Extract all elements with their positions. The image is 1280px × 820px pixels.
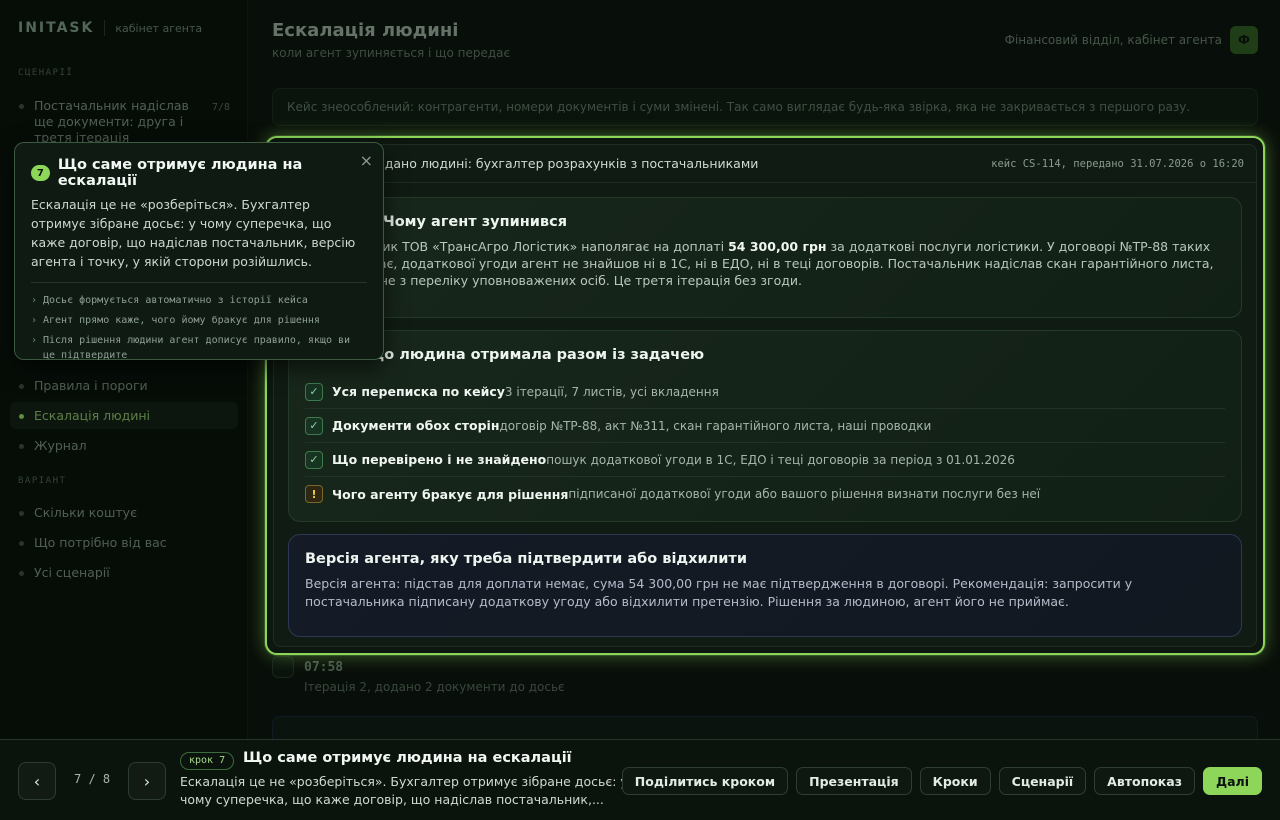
scenarios-button[interactable]: Сценарії bbox=[998, 767, 1087, 795]
tooltip-bullets: Досьє формується автоматично з історії к… bbox=[31, 293, 367, 363]
tooltip-bullet: Агент прямо каже, чого йому бракує для р… bbox=[31, 313, 367, 328]
item-title: Що перевірено і не знайдено bbox=[332, 452, 547, 467]
sidebar-item-rules[interactable]: Правила і пороги bbox=[10, 372, 238, 399]
sidebar-item-label: Усі сценарії bbox=[34, 565, 110, 580]
sidebar-item-label: Журнал bbox=[34, 438, 87, 453]
share-step-button[interactable]: Поділитись кроком bbox=[621, 767, 789, 795]
bullet-icon bbox=[19, 511, 24, 516]
avatar[interactable]: Ф bbox=[1230, 26, 1258, 54]
bullet-icon bbox=[19, 104, 24, 109]
item-desc: підписаної додаткової угоди або вашого р… bbox=[568, 487, 1041, 501]
sidebar: INITASK кабінет агента СЦЕНАРІЇ Постачал… bbox=[0, 0, 248, 820]
item-title: Документи обох сторін bbox=[332, 418, 500, 433]
header-account[interactable]: Фінансовий відділ, кабінет агента Ф bbox=[1005, 26, 1258, 54]
sidebar-item-all-scenarios[interactable]: Усі сценарії bbox=[10, 559, 238, 586]
list-item: ✓ Документи обох сторін договір №ТР-88, … bbox=[305, 409, 1225, 443]
next-button[interactable]: Далі bbox=[1202, 767, 1262, 795]
bullet-icon bbox=[19, 541, 24, 546]
check-icon: ✓ bbox=[305, 416, 323, 435]
sidebar-item-label: Що потрібно від вас bbox=[34, 535, 167, 550]
bullet-icon bbox=[19, 444, 24, 449]
received-title: Що людина отримала разом із задачею bbox=[365, 347, 705, 363]
sidebar-item-label: Правила і пороги bbox=[34, 378, 148, 393]
page-subtitle: коли агент зупиняється і що передає bbox=[272, 46, 511, 60]
tooltip-title: Що саме отримує людина на ескалації bbox=[57, 157, 303, 189]
card-meta: кейс CS-114, передано 31.07.2026 о 16:20 bbox=[991, 157, 1244, 170]
item-title: Уся переписка по кейсу bbox=[332, 384, 505, 399]
tooltip-bullet: Досьє формується автоматично з історії к… bbox=[31, 293, 367, 308]
sidebar-item-label: Скільки коштує bbox=[34, 505, 137, 520]
check-icon: ✓ bbox=[305, 450, 323, 469]
list-item: ✓ Що перевірено і не знайдено пошук дода… bbox=[305, 443, 1225, 477]
tooltip-bullet: Після рішення людини агент дописує прави… bbox=[31, 333, 367, 363]
brand-subtitle: кабінет агента bbox=[115, 21, 203, 35]
brand-logo: INITASK bbox=[18, 20, 95, 36]
card-header: Передано людині: бухгалтер розрахунків з… bbox=[274, 145, 1256, 183]
tour-actions: Поділитись кроком Презентація Кроки Сцен… bbox=[621, 767, 1262, 795]
list-item: ✓ Уся переписка по кейсу 3 ітерації, 7 л… bbox=[305, 375, 1225, 409]
received-panel: Що людина отримала разом із задачею ✓ Ус… bbox=[288, 330, 1242, 522]
sidebar-item-requirements[interactable]: Що потрібно від вас bbox=[10, 529, 238, 556]
item-desc: пошук додаткової угоди в 1С, ЕДО і теці … bbox=[546, 452, 1015, 467]
sidebar-section-more: ВАРІАНТ bbox=[18, 476, 67, 486]
warning-icon: ! bbox=[305, 485, 323, 503]
tour-tooltip: 7 Що саме отримує людина на ескалації × … bbox=[14, 142, 384, 363]
tooltip-body: Ескалація це не «розберіться». Бухгалтер… bbox=[31, 197, 356, 269]
close-icon[interactable]: × bbox=[360, 151, 373, 170]
bullet-icon bbox=[19, 414, 24, 419]
item-title: Чого агенту бракує для рішення bbox=[332, 486, 569, 502]
timeline-time: 07:58 bbox=[304, 660, 344, 675]
bullet-icon bbox=[19, 571, 24, 576]
timeline-text: Ітерація 2, додано 2 документи до досьє bbox=[304, 680, 565, 694]
account-label: Фінансовий відділ, кабінет агента bbox=[1004, 33, 1222, 47]
item-desc: 3 ітерації, 7 листів, усі вкладення bbox=[504, 384, 719, 399]
step-description: Ескалація це не «розберіться». Бухгалтер… bbox=[180, 774, 628, 807]
why-stopped-text: Постачальник ТОВ «ТрансАгро Логістик» на… bbox=[305, 239, 1214, 288]
steps-button[interactable]: Кроки bbox=[919, 767, 991, 795]
sidebar-item-label: Ескалація людині bbox=[34, 408, 151, 423]
sidebar-item-journal[interactable]: Журнал bbox=[10, 432, 238, 459]
why-stopped-panel: Чому агент зупинився Постачальник ТОВ «Т… bbox=[288, 197, 1242, 318]
timeline-check-icon bbox=[272, 656, 294, 678]
brand-divider bbox=[104, 20, 106, 36]
sidebar-section-scenarios: СЦЕНАРІЇ bbox=[18, 68, 74, 78]
prev-step-button[interactable]: ‹ bbox=[18, 762, 56, 800]
next-step-arrow-button[interactable]: › bbox=[128, 762, 166, 800]
why-stopped-title: Чому агент зупинився bbox=[383, 214, 568, 230]
bullet-icon bbox=[19, 384, 24, 389]
agent-version-text: Версія агента: підстав для доплати немає… bbox=[305, 576, 1133, 609]
autoplay-button[interactable]: Автопоказ bbox=[1094, 767, 1195, 795]
step-tag: крок 7 bbox=[180, 752, 235, 770]
step-counter: 7 / 8 bbox=[74, 772, 111, 786]
agent-version-title: Версія агента, яку треба підтвердити або… bbox=[305, 551, 747, 567]
tooltip-header: 7 Що саме отримує людина на ескалації bbox=[31, 157, 367, 189]
anonymized-notice: Кейс знеособлений: контрагенти, номери д… bbox=[272, 88, 1258, 126]
sidebar-item-cost[interactable]: Скільки коштує bbox=[10, 499, 238, 526]
divider bbox=[31, 282, 367, 283]
step-title: Що саме отримує людина на ескалації bbox=[243, 750, 572, 766]
page-title: Ескалація людині bbox=[272, 20, 459, 41]
sidebar-item-badge: 7/8 bbox=[211, 102, 230, 113]
list-item: ! Чого агенту бракує для рішення підписа… bbox=[305, 477, 1225, 511]
spotlight-frame: Передано людині: бухгалтер розрахунків з… bbox=[265, 136, 1265, 655]
agent-version-panel: Версія агента, яку треба підтвердити або… bbox=[288, 534, 1242, 637]
sidebar-item-escalation[interactable]: Ескалація людині bbox=[10, 402, 238, 429]
item-desc: договір №ТР-88, акт №311, скан гарантійн… bbox=[499, 418, 932, 433]
tour-bottom-bar: ‹ 7 / 8 › крок 7 Що саме отримує людина … bbox=[0, 739, 1280, 820]
check-icon: ✓ bbox=[305, 382, 323, 401]
brand: INITASK кабінет агента bbox=[18, 20, 202, 36]
received-checklist: ✓ Уся переписка по кейсу 3 ітерації, 7 л… bbox=[305, 375, 1225, 511]
escalation-card: Передано людині: бухгалтер розрахунків з… bbox=[273, 144, 1257, 647]
step-number-badge: 7 bbox=[31, 165, 50, 181]
sidebar-item-label: Постачальник надіслав ще документи: друг… bbox=[34, 98, 189, 145]
disputed-amount: 54 300,00 грн bbox=[728, 239, 827, 254]
presentation-button[interactable]: Презентація bbox=[796, 767, 912, 795]
